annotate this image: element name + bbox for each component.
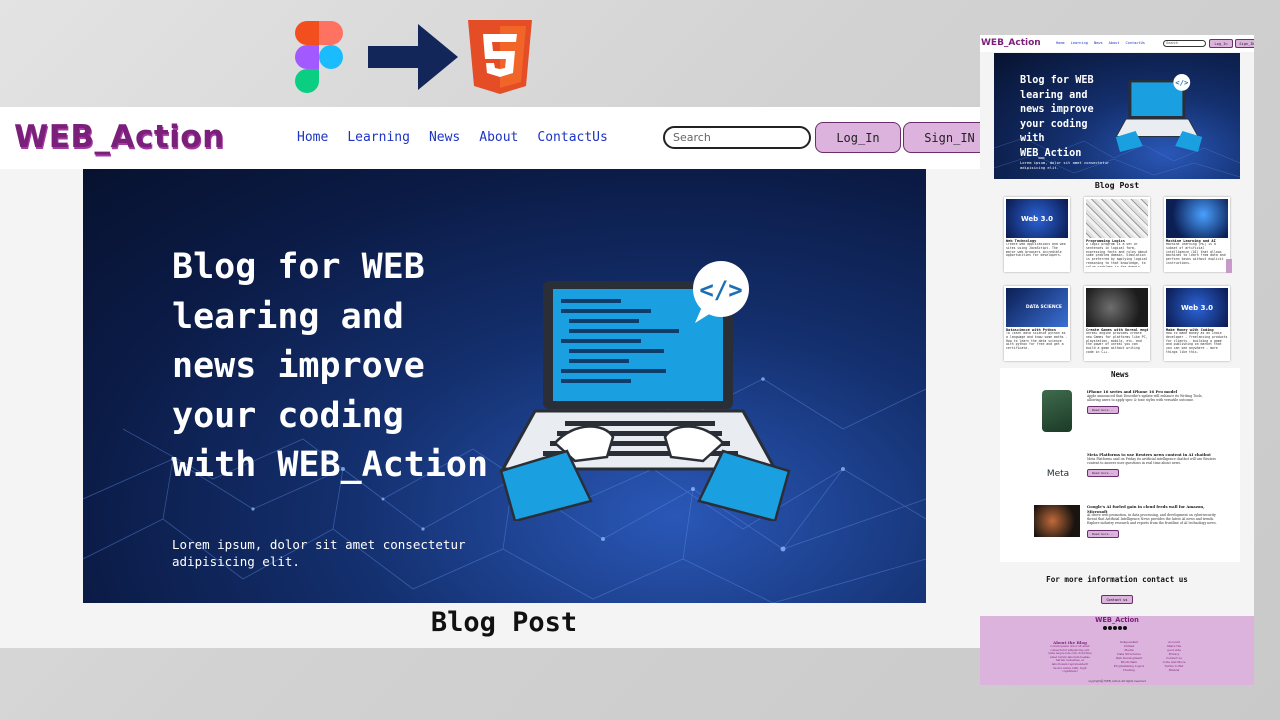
read-more-button[interactable]: Read more... xyxy=(1087,469,1119,478)
social-icons xyxy=(1103,626,1127,630)
login-button[interactable]: Log_In xyxy=(815,122,901,153)
preview-brand: WEB_Action xyxy=(981,38,1041,48)
card-thumbnail: Web 3.0 xyxy=(1166,288,1228,327)
svg-text:</>: </> xyxy=(1175,78,1189,87)
footer-brand: WEB_Action xyxy=(1095,616,1139,624)
hero-subtitle: Lorem ipsum, dolor sit amet consectetur … xyxy=(172,537,466,569)
news-text: Meta Platforms to use Reuters news conte… xyxy=(1087,452,1217,478)
preview-footer: WEB_Action About the Blog Lorem ipsum do… xyxy=(980,616,1254,685)
nav-contactus[interactable]: ContactUs xyxy=(537,130,607,145)
card-thumbnail xyxy=(1086,288,1148,327)
card-thumbnail: DATA SCIENCE xyxy=(1006,288,1068,327)
preview-header: WEB_Action Home Learning News About Cont… xyxy=(980,35,1254,52)
news-text: iPhone 16 series and iPhone 16 Pro model… xyxy=(1087,389,1217,415)
footer-links-col2: Account Share the good side Privacy Cont… xyxy=(1157,640,1191,672)
card-thumb-label: DATA SCIENCE xyxy=(1025,305,1062,310)
site-header: WEB_Action Home Learning News About Cont… xyxy=(0,107,1000,169)
card-body: Create web applications and web sites us… xyxy=(1006,243,1066,258)
website-mockup: WEB_Action Home Learning News About Cont… xyxy=(0,107,1000,648)
meta-logo-text: Meta xyxy=(1046,469,1070,479)
card-body: How to make money as an Indie developer … xyxy=(1166,332,1228,354)
preview-nav-home[interactable]: Home xyxy=(1056,41,1065,45)
ai-cloud-thumbnail xyxy=(1034,505,1080,537)
html5-logo-icon xyxy=(468,20,532,94)
blog-post-heading: Blog Post xyxy=(430,607,578,638)
nav-home[interactable]: Home xyxy=(297,130,328,145)
nav-news[interactable]: News xyxy=(429,130,460,145)
blog-card[interactable]: Machine Learning and AI Machine learning… xyxy=(1164,197,1232,273)
card-thumb-label: Web 3.0 xyxy=(1020,214,1054,223)
linkedin-icon[interactable] xyxy=(1123,626,1127,630)
preview-hero: Blog for WEB learing and news improve yo… xyxy=(994,53,1240,179)
svg-text:</>: </> xyxy=(699,276,742,304)
preview-nav-contactus[interactable]: ContactUs xyxy=(1125,41,1144,45)
footer-copyright: copyright@ WEB_Action All rights reserve… xyxy=(1088,680,1146,683)
blog-card[interactable]: Web 3.0 Make Money with Coding How to ma… xyxy=(1164,286,1230,361)
news-text: Google's AI fueled gain in cloud feeds w… xyxy=(1087,504,1217,538)
card-body: Machine learning (ML) is a subset of art… xyxy=(1166,243,1226,265)
hero-title: Blog for WEB learing and news improve yo… xyxy=(172,247,489,485)
footer-link[interactable]: Brands xyxy=(1157,668,1191,672)
youtube-icon[interactable] xyxy=(1118,626,1122,630)
read-more-button[interactable]: Read more... xyxy=(1087,529,1119,538)
card-thumb-label: Web 3.0 xyxy=(1180,303,1214,312)
preview-hero-title: Blog for WEB learing and news improve yo… xyxy=(1020,75,1094,159)
card-accent xyxy=(1226,259,1232,273)
hero-banner: Blog for WEB learing and news improve yo… xyxy=(83,169,926,603)
preview-nav-news[interactable]: News xyxy=(1094,41,1103,45)
card-thumbnail xyxy=(1086,199,1148,238)
coding-laptop-illustration: </> xyxy=(499,261,791,521)
news-desc: Apple announced that Describe's update w… xyxy=(1087,393,1203,402)
preview-login-button[interactable]: Log_In xyxy=(1209,39,1233,48)
preview-search-input[interactable]: Search xyxy=(1163,40,1206,47)
iphone-thumbnail xyxy=(1042,390,1072,432)
preview-laptop-illustration: </> xyxy=(1115,74,1203,152)
meta-logo-thumbnail: Meta xyxy=(1036,453,1080,495)
nav-learning[interactable]: Learning xyxy=(347,130,410,145)
preview-nav-about[interactable]: About xyxy=(1109,41,1120,45)
right-arrow-icon xyxy=(368,24,458,90)
card-body: To learn data science python as a langua… xyxy=(1006,332,1068,351)
preview-hero-subtitle: Lorem ipsum, dolor sit amet consectetur … xyxy=(1020,160,1110,170)
brand-logo[interactable]: WEB_Action xyxy=(14,119,225,155)
facebook-icon[interactable] xyxy=(1103,626,1107,630)
twitter-icon[interactable] xyxy=(1113,626,1117,630)
blog-card[interactable]: DATA SCIENCE Datascience with Python To … xyxy=(1004,286,1070,361)
read-more-button[interactable]: Read more... xyxy=(1087,406,1119,415)
news-desc: AI drove web promotion, in data processi… xyxy=(1087,513,1217,525)
blog-card[interactable]: Programming Logics A logic program is a … xyxy=(1084,197,1150,272)
search-input[interactable] xyxy=(663,126,811,149)
news-item: iPhone 16 series and iPhone 16 Pro model… xyxy=(1034,389,1238,440)
news-desc: Meta Platforms said on Friday its artifi… xyxy=(1087,456,1216,465)
preview-nav-learning[interactable]: Learning xyxy=(1071,41,1088,45)
card-thumbnail xyxy=(1166,199,1228,238)
contact-us-button[interactable]: Contact us xyxy=(1101,595,1133,604)
card-body: Unreal engine provides create new Games … xyxy=(1086,332,1148,354)
preview-news-section: News iPhone 16 series and iPhone 16 Pro … xyxy=(1000,368,1240,562)
preview-blog-heading: Blog Post xyxy=(1094,180,1140,190)
preview-signup-button[interactable]: Sign_IN xyxy=(1235,39,1254,48)
footer-about: About the Blog Lorem ipsum dolor sit ame… xyxy=(1048,640,1092,674)
full-page-preview: WEB_Action Home Learning News About Cont… xyxy=(980,35,1254,685)
blog-card[interactable]: Create Games with Unreal engine 5 Unreal… xyxy=(1084,286,1150,361)
news-item: Meta Meta Platforms to use Reuters news … xyxy=(1034,452,1238,503)
blog-card[interactable]: Web 3.0 Web Technology Create web applic… xyxy=(1004,197,1070,272)
footer-links-col1: Independent Unified Media Data Structure… xyxy=(1112,640,1146,672)
news-item: Google's AI fueled gain in cloud feeds w… xyxy=(1034,504,1238,555)
contact-prompt: For more information contact us xyxy=(1046,575,1188,584)
nav-about[interactable]: About xyxy=(479,130,518,145)
instagram-icon[interactable] xyxy=(1108,626,1112,630)
footer-about-text: Lorem ipsum dolor sit amet consectetur a… xyxy=(1048,644,1092,674)
footer-link[interactable]: Hosting xyxy=(1112,668,1146,672)
preview-nav: Home Learning News About ContactUs xyxy=(1056,41,1145,45)
card-body: A logic program is a set of sentences in… xyxy=(1086,243,1148,267)
news-heading: News xyxy=(1110,370,1130,379)
card-thumbnail: Web 3.0 xyxy=(1006,199,1068,238)
figma-logo-icon xyxy=(295,21,343,93)
main-nav: Home Learning News About ContactUs xyxy=(297,130,608,145)
